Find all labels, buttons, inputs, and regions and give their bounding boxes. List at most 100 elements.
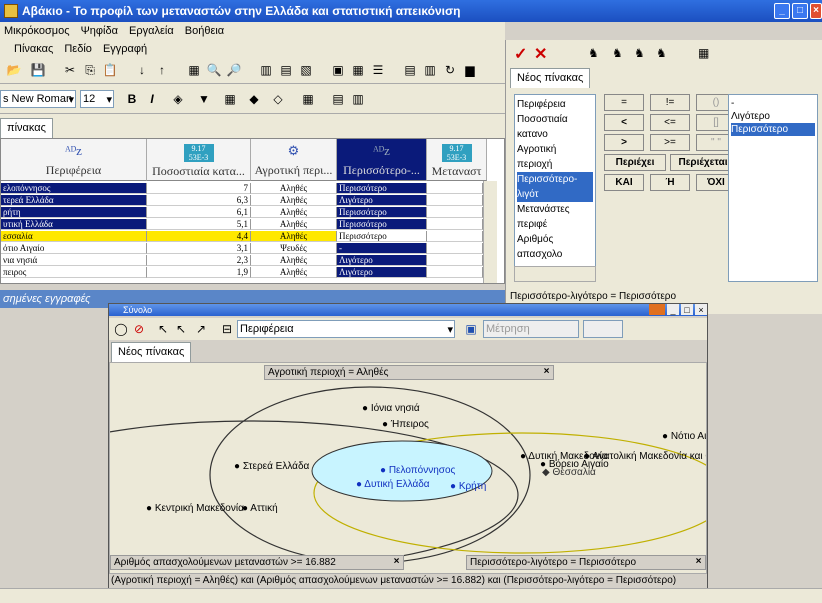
point-ionia[interactable]: ● Ιόνια νησιά <box>362 403 420 415</box>
chart-icon[interactable]: ▥ <box>258 62 274 78</box>
point-notio[interactable]: ● Νότιο Αι <box>662 431 706 443</box>
menu-tools[interactable]: Εργαλεία <box>129 25 174 37</box>
table-cell[interactable]: 5,1 <box>147 219 251 230</box>
table-cell[interactable]: ελοπόννησος <box>1 183 147 194</box>
menu-table[interactable]: Πίνακας <box>14 43 53 55</box>
table-cell[interactable] <box>427 255 483 266</box>
table-cell[interactable]: Περισσότερο <box>337 207 427 218</box>
table-cell[interactable]: Αληθές <box>251 183 337 194</box>
table-cell[interactable]: 6,1 <box>147 207 251 218</box>
label-field-select[interactable]: Περιφέρεια ▾ <box>237 320 455 338</box>
delete-set-icon[interactable]: ⊘ <box>131 321 147 337</box>
point-sterea[interactable]: ● Στερεά Ελλάδα <box>234 461 309 473</box>
font-size-select[interactable]: 12 ▾ <box>80 90 114 108</box>
table-row[interactable]: νια νησιά 2,3 Αληθές Λιγότερο <box>1 255 483 266</box>
op-gte-button[interactable]: >= <box>650 134 690 151</box>
table-cell[interactable]: 4,4 <box>147 231 251 242</box>
col-header-more-less[interactable]: ᴬᴰz Περισσότερο-... <box>337 139 427 181</box>
remove-set-icon[interactable]: × <box>539 366 554 379</box>
and-button[interactable]: ΚΑΙ <box>604 174 644 191</box>
or-button[interactable]: Ή <box>650 174 690 191</box>
menu-field[interactable]: Πεδίο <box>64 43 92 55</box>
table-cell[interactable]: Αληθές <box>251 231 337 242</box>
cancel-icon[interactable]: ✕ <box>534 44 547 64</box>
menu-tile[interactable]: Ψηφίδα <box>81 25 118 37</box>
query-tool2-icon[interactable]: ♞ <box>612 46 623 60</box>
sort-desc-icon[interactable]: ↑ <box>154 62 170 78</box>
field-item[interactable]: Ποσοστιαία κατανο <box>517 112 593 142</box>
table-cell[interactable]: Αληθές <box>251 255 337 266</box>
point-thess[interactable]: ◆ Θεσσαλία <box>542 467 596 479</box>
table-cell[interactable]: Περισσότερο <box>337 183 427 194</box>
maximize-button[interactable]: □ <box>681 304 693 315</box>
table-cell[interactable]: ότιο Αιγαίο <box>1 243 147 254</box>
text-color-icon[interactable]: ▼ <box>196 91 212 107</box>
maximize-button[interactable]: □ <box>792 3 808 19</box>
table-cell[interactable]: τερεά Ελλάδα <box>1 195 147 206</box>
col-header-migrants[interactable]: 9.17 53E-3 Μεταναστ <box>427 139 487 181</box>
table-cell[interactable]: πειρος <box>1 267 147 278</box>
table-cell[interactable]: Λιγότερο <box>337 255 427 266</box>
op-gt-button[interactable]: > <box>604 134 644 151</box>
measure-select[interactable]: Μέτρηση <box>483 320 579 338</box>
tab-table[interactable]: πίνακας <box>0 118 53 138</box>
col-header-percent[interactable]: 9.17 53E-3 Ποσοστιαία κατα... <box>147 139 251 181</box>
col-header-region[interactable]: ᴬᴰz Περιφέρεια <box>1 139 147 181</box>
border-icon[interactable]: ▦ <box>222 91 238 107</box>
measure-icon[interactable]: ▣ <box>463 321 479 337</box>
close-button[interactable]: × <box>695 304 707 315</box>
table-cell[interactable]: Περισσότερο <box>337 219 427 230</box>
field-item[interactable]: Αριθμός απασχολο <box>517 232 593 262</box>
gridlines-icon[interactable]: ▦ <box>300 91 316 107</box>
table-cell[interactable] <box>427 231 483 242</box>
tab-new-table[interactable]: Νέος πίνακας <box>111 342 192 362</box>
table-cell[interactable]: εσσαλία <box>1 231 147 242</box>
italic-icon[interactable]: I <box>144 91 160 107</box>
record-icon[interactable]: ▣ <box>330 62 346 78</box>
table-cell[interactable]: Λιγότερο <box>337 195 427 206</box>
measure-op-select[interactable] <box>583 320 623 338</box>
query-table-icon[interactable]: ▦ <box>698 46 709 60</box>
table-del-icon[interactable]: ▧ <box>298 62 314 78</box>
stats-icon[interactable]: ▆ <box>462 62 478 78</box>
value-item[interactable]: - <box>731 97 815 110</box>
bold-icon[interactable]: B <box>124 91 140 107</box>
grid-icon[interactable]: ▦ <box>350 62 366 78</box>
table-cell[interactable]: υτική Ελλάδα <box>1 219 147 230</box>
paste-icon[interactable]: 📋 <box>102 62 118 78</box>
op-lt-button[interactable]: < <box>604 114 644 131</box>
label-icon[interactable]: ⊟ <box>219 321 235 337</box>
table-row[interactable]: εσσαλία 4,4 Αληθές Περισσότερο <box>1 231 483 242</box>
table-cell[interactable]: Αληθές <box>251 267 337 278</box>
table-view-icon[interactable]: ▤ <box>330 91 346 107</box>
save-icon[interactable]: 💾 <box>30 62 46 78</box>
remove-set-icon[interactable]: × <box>691 556 706 569</box>
table-cell[interactable] <box>427 219 483 230</box>
pointer-remove-icon[interactable]: ↗ <box>193 321 209 337</box>
contains-button[interactable]: Περιέχει <box>604 154 666 171</box>
table-row[interactable]: ρήτη 6,1 Αληθές Περισσότερο <box>1 207 483 218</box>
venn-canvas[interactable]: Αγροτική περιοχή = Αληθές × ● Ιόνια νησιά… <box>109 362 707 574</box>
table-row[interactable]: ότιο Αιγαίο 3,1 Ψευδές - <box>1 243 483 254</box>
refresh-icon[interactable]: ↻ <box>442 62 458 78</box>
field-list-hscrollbar[interactable] <box>514 266 596 282</box>
table-cell[interactable]: - <box>337 243 427 254</box>
col-header-rural[interactable]: ⚙ Αγροτική περι... <box>251 139 337 181</box>
ellipse-tool-icon[interactable]: ◯ <box>113 321 129 337</box>
op-eq-button[interactable]: = <box>604 94 644 111</box>
table-row[interactable]: τερεά Ελλάδα 6,3 Αληθές Λιγότερο <box>1 195 483 206</box>
table-cell[interactable]: 1,9 <box>147 267 251 278</box>
tab-new-table[interactable]: Νέος πίνακας <box>510 68 591 88</box>
table-cell[interactable]: 3,1 <box>147 243 251 254</box>
minimize-button[interactable]: _ <box>774 3 790 19</box>
value-list[interactable]: - Λιγότερο Περισσότερο <box>728 94 818 282</box>
contained-button[interactable]: Περιέχεται <box>670 154 736 171</box>
filter-icon[interactable]: ▦ <box>186 62 202 78</box>
value-item-selected[interactable]: Περισσότερο <box>731 123 815 136</box>
point-pelop[interactable]: ● Πελοπόννησος <box>380 465 455 477</box>
main-hscrollbar[interactable] <box>0 588 822 603</box>
point-dyell[interactable]: ● Δυτική Ελλάδα <box>356 479 430 491</box>
pointer-add-icon[interactable]: ↖ <box>173 321 189 337</box>
open-icon[interactable]: 📂 <box>6 62 22 78</box>
table-cell[interactable]: Ψευδές <box>251 243 337 254</box>
